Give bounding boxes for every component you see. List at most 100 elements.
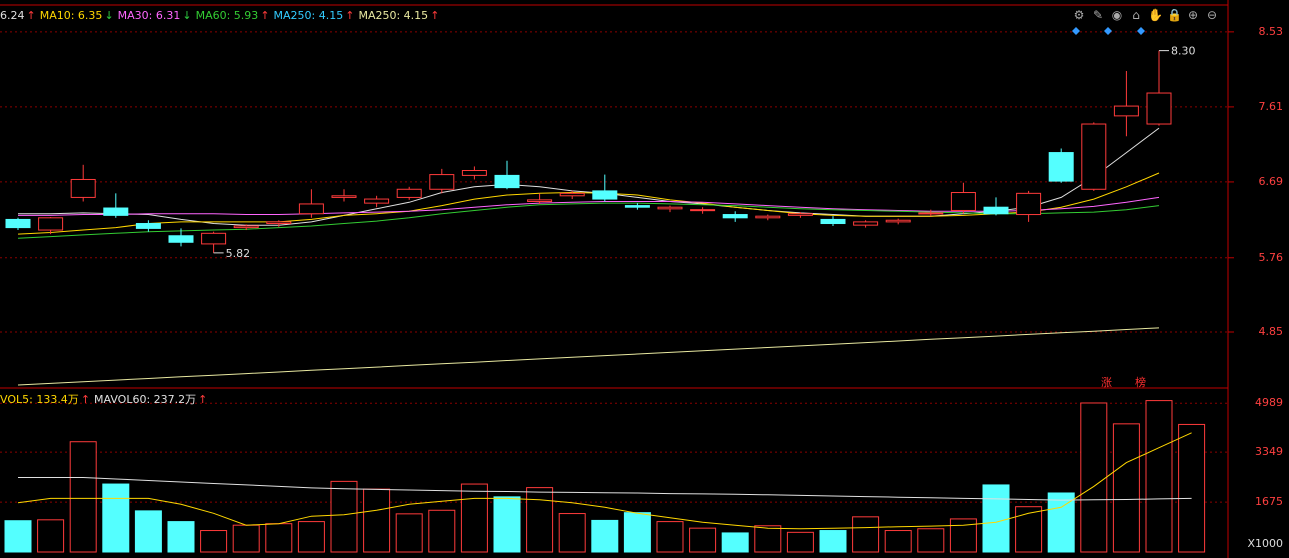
candle-body [1146, 92, 1172, 125]
volume-legend-label: VOL5: 133.4万 [0, 393, 79, 406]
price-legend-item: 6.24 ↑ [0, 9, 38, 22]
price-legend-item: MA10: 6.35 ↓ [40, 9, 116, 22]
candle-body [298, 203, 324, 215]
candle-body [70, 178, 96, 198]
candle-body [527, 199, 553, 202]
price-tick-label: 6.69 [1258, 174, 1284, 188]
high-price-label: 8.30 [1171, 45, 1196, 58]
volume-bar [623, 512, 651, 553]
arrow-up-icon: ↑ [26, 9, 36, 22]
candle-body [429, 174, 455, 190]
volume-bar [460, 483, 488, 553]
candle-body [918, 212, 944, 215]
volume-bar [102, 483, 130, 553]
volume-bar [428, 509, 456, 553]
candle-body [657, 206, 683, 210]
volume-bar [884, 530, 912, 553]
zoom-in-icon[interactable]: ⊕ [1186, 8, 1200, 22]
volume-bar [265, 523, 293, 553]
price-legend: 6.24 ↑ MA10: 6.35 ↓ MA30: 6.31 ↓ MA60: 5.93 ↑ MA… [0, 9, 443, 25]
price-legend-label: MA10: 6.35 [39, 9, 103, 22]
candle-body [103, 207, 129, 216]
volume-bar [1080, 402, 1108, 553]
tag-rise[interactable]: 涨 [1101, 374, 1112, 390]
candle-body [494, 174, 520, 189]
candle-body [168, 235, 194, 243]
volume-bar [819, 530, 847, 553]
candle-body [331, 195, 357, 198]
price-tick-label: 4.85 [1258, 324, 1284, 338]
volume-bar [37, 519, 65, 553]
signal-marker [1137, 27, 1145, 35]
candle-body [1081, 123, 1107, 190]
volume-bar [493, 496, 521, 553]
candle-body [853, 221, 879, 226]
candle-body [950, 192, 976, 211]
mavol60-line [18, 477, 1192, 501]
price-tick-label: 5.76 [1258, 250, 1284, 264]
candle-body [135, 223, 161, 229]
volume-bar [982, 484, 1010, 553]
arrow-up-icon: ↑ [80, 393, 91, 406]
ma-line [17, 327, 1160, 386]
candle-body [1048, 152, 1074, 182]
price-tick-label: 8.53 [1258, 24, 1284, 38]
basket-icon[interactable]: ⌂ [1129, 8, 1143, 22]
volume-bar [656, 521, 684, 553]
volume-bar [232, 524, 260, 553]
candle-body [5, 218, 31, 229]
signal-marker [1104, 27, 1112, 35]
volume-bar [330, 480, 358, 553]
volume-bar [200, 530, 228, 553]
volume-bar [167, 521, 195, 553]
eye-icon[interactable]: ◉ [1110, 8, 1124, 22]
volume-bar [558, 513, 586, 553]
candle-body [1113, 105, 1139, 117]
candle-body [38, 217, 64, 231]
candle-body [592, 190, 618, 200]
candle-body [983, 206, 1009, 215]
volume-bar [852, 516, 880, 553]
volume-bar [1112, 423, 1140, 553]
candle-body [461, 170, 487, 176]
volume-bar [526, 487, 554, 553]
arrow-up-icon: ↑ [260, 9, 270, 22]
price-legend-label: MA30: 6.31 [117, 9, 181, 22]
candle-body [787, 213, 813, 216]
volume-legend-item: MAVOL60: 237.2万 ↑ [94, 393, 209, 406]
volume-bar [363, 488, 391, 553]
arrow-down-icon: ↓ [104, 9, 114, 22]
arrow-down-icon: ↓ [182, 9, 192, 22]
candle-body [233, 225, 259, 229]
volume-bar [4, 520, 32, 553]
candle-body [266, 221, 292, 225]
volume-bar [721, 532, 749, 553]
zoom-out-icon[interactable]: ⊖ [1205, 8, 1219, 22]
signal-marker [1072, 27, 1080, 35]
volume-bar [917, 528, 945, 553]
volume-legend: VOL5: 133.4万 ↑ MAVOL60: 237.2万 ↑ [0, 391, 211, 407]
settings-icon[interactable]: ⚙ [1072, 8, 1086, 22]
volume-unit-label: X1000 [1247, 537, 1283, 550]
price-legend-item: MA250: 4.15 ↑ [358, 9, 441, 22]
price-legend-label: MA60: 5.93 [195, 9, 259, 22]
hand-icon[interactable]: ✋ [1148, 8, 1163, 22]
candle-body [559, 192, 585, 197]
volume-legend-item: VOL5: 133.4万 ↑ [0, 393, 92, 406]
volume-bar [591, 519, 619, 553]
volume-bar [1178, 423, 1206, 553]
price-legend-label: 6.24 [0, 9, 25, 22]
volume-bar [134, 510, 162, 553]
volume-bar [69, 441, 97, 553]
arrow-up-icon: ↑ [198, 393, 208, 406]
price-legend-label: MA250: 4.15 [273, 9, 344, 22]
pen-icon[interactable]: ✎ [1091, 8, 1105, 22]
kline-chart[interactable]: 8.30 5.82 [0, 0, 1289, 558]
price-legend-item: MA250: 4.15 ↑ [274, 9, 357, 22]
lock-icon[interactable]: 🔒 [1167, 8, 1182, 22]
volume-legend-label: MAVOL60: 237.2万 [94, 393, 197, 406]
volume-tick-label: 4989 [1255, 396, 1283, 410]
tag-list[interactable]: 榜 [1135, 374, 1146, 390]
candle-body [624, 205, 650, 208]
low-price-label: 5.82 [226, 247, 251, 260]
